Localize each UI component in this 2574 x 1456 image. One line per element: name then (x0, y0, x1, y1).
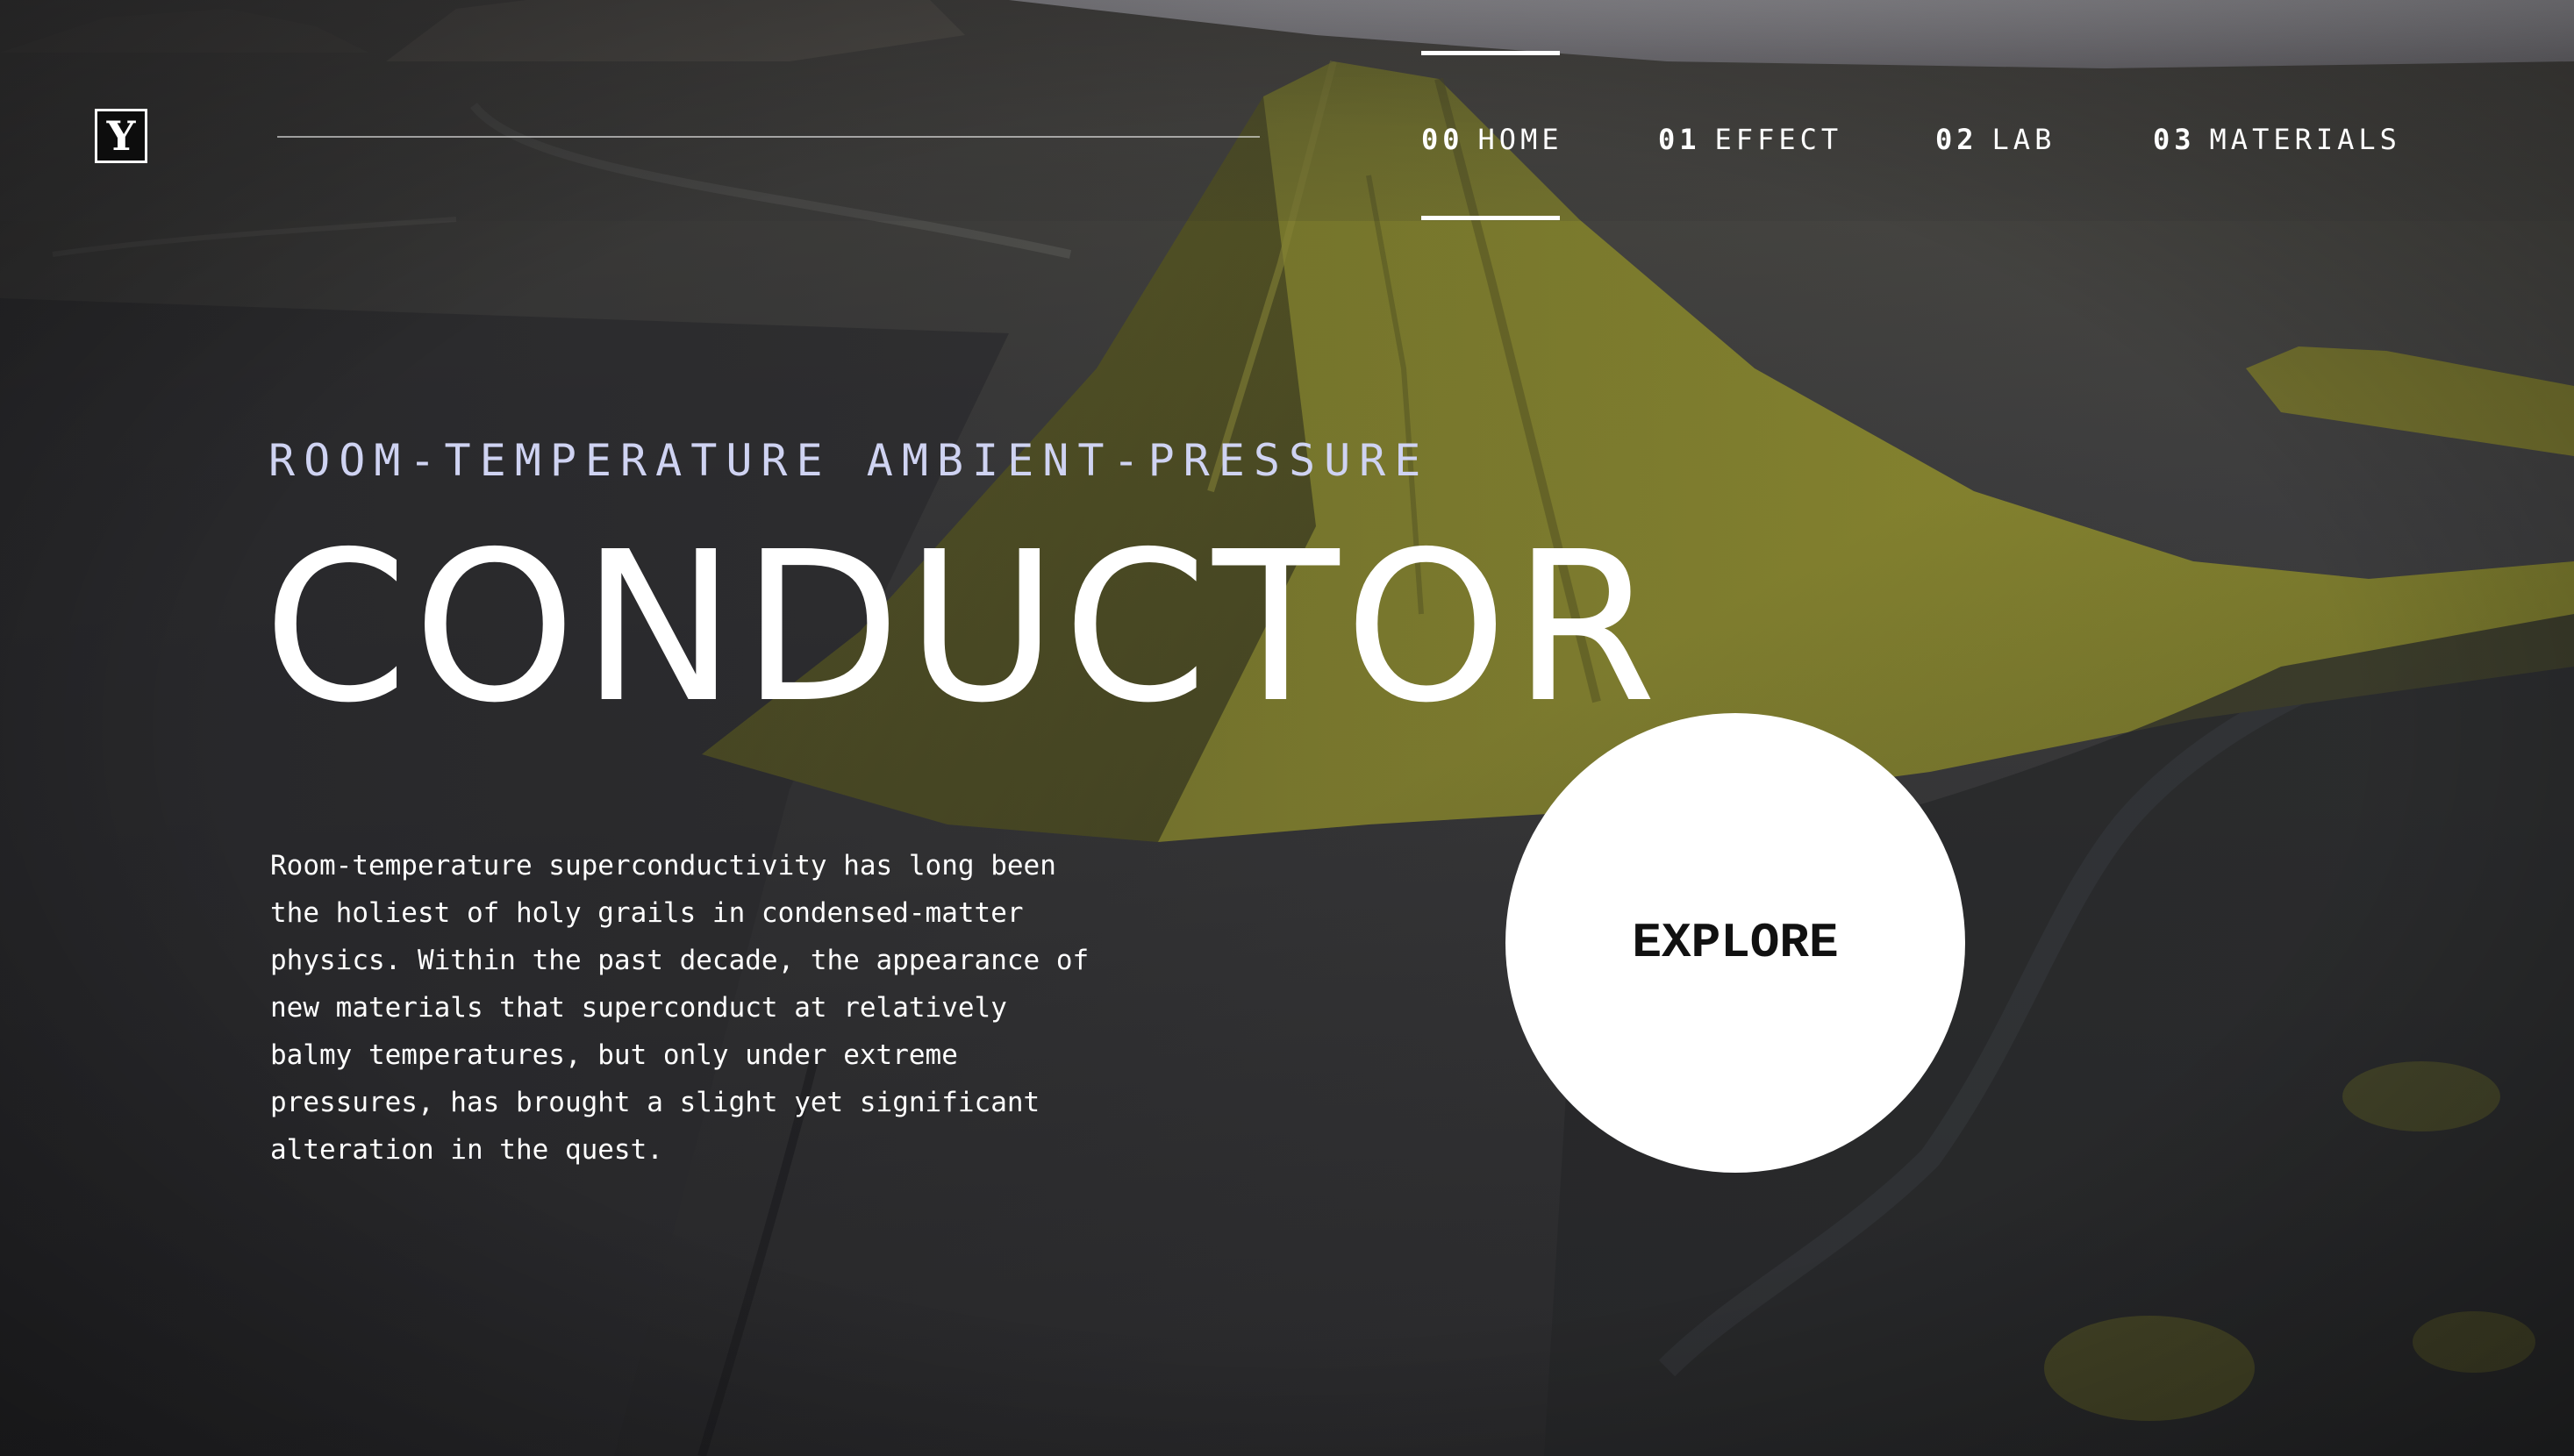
landing-page: Y 00 HOME 01 EFFECT 02 LAB 03 MATERIALS … (0, 0, 2574, 1456)
nav-item-label: LAB (1991, 123, 2056, 156)
nav-item-materials[interactable]: 03 MATERIALS (2153, 118, 2401, 161)
nav-item-label: EFFECT (1714, 123, 1843, 156)
nav-item-effect[interactable]: 01 EFFECT (1658, 118, 1842, 161)
nav-item-label: MATERIALS (2209, 123, 2401, 156)
hero-description-line: the holiest of holy grails in condensed-… (270, 897, 1024, 929)
nav-item-number: 02 (1935, 123, 1978, 156)
hero-description-line: new materials that superconduct at relat… (270, 992, 1007, 1024)
hero-description-line: pressures, has brought a slight yet sign… (270, 1087, 1040, 1118)
nav-item-number: 03 (2153, 123, 2196, 156)
hero-description-line: physics. Within the past decade, the app… (270, 945, 1090, 976)
nav-item-lab[interactable]: 02 LAB (1935, 118, 2056, 161)
hero-description: Room-temperature superconductivity has l… (270, 842, 1095, 1174)
nav-item-number: 00 (1421, 123, 1464, 156)
hero-kicker: ROOM-TEMPERATURE AMBIENT-PRESSURE (268, 435, 1430, 486)
hero-description-line: alteration in the quest. (270, 1134, 663, 1166)
hero-description-line: balmy temperatures, but only under extre… (270, 1039, 958, 1071)
nav-active-indicator-top (1421, 51, 1560, 55)
nav-active-indicator-bottom (1421, 216, 1560, 220)
hero-description-line: Room-temperature superconductivity has l… (270, 850, 1056, 881)
header-band (0, 0, 2574, 221)
main-nav: 00 HOME 01 EFFECT 02 LAB 03 MATERIALS (0, 118, 2574, 161)
nav-item-number: 01 (1658, 123, 1701, 156)
explore-button[interactable]: EXPLORE (1505, 713, 1965, 1173)
nav-item-label: HOME (1477, 123, 1563, 156)
nav-item-home[interactable]: 00 HOME (1421, 118, 1563, 161)
hero-title: CONDUCTOR (263, 507, 1662, 748)
